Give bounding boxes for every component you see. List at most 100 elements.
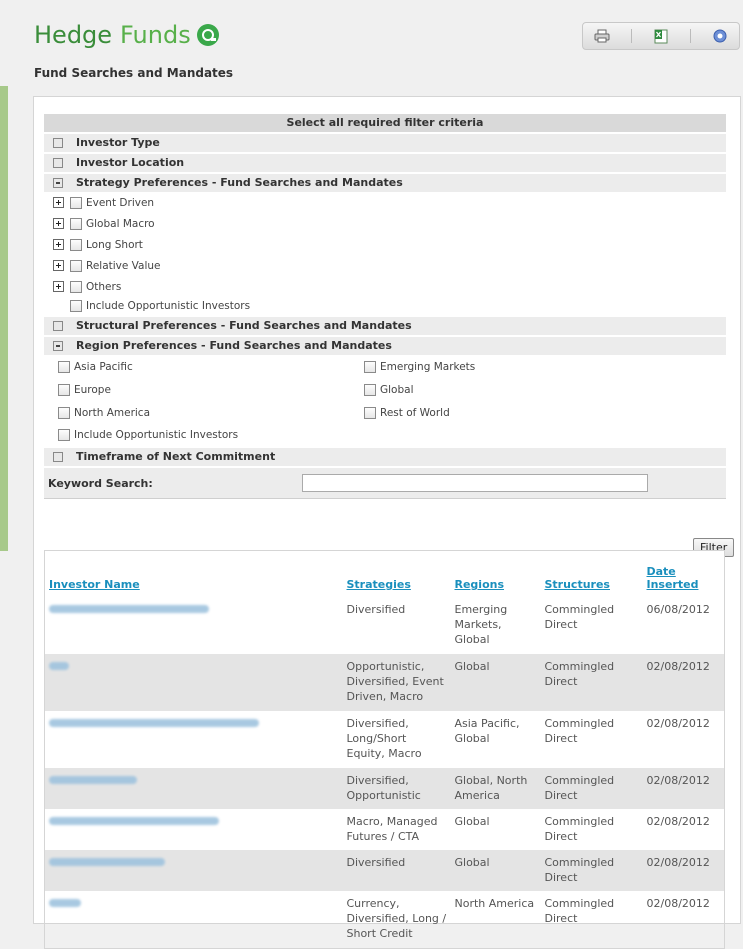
collapse-toggle-icon[interactable] <box>53 321 63 331</box>
toolbar-separator <box>631 29 632 43</box>
strategy-label: Global Macro <box>86 217 155 230</box>
results-header-row: Investor Name Strategies Regions Structu… <box>44 550 725 597</box>
regions-cell: Emerging Markets, Global <box>454 603 508 646</box>
checkbox[interactable] <box>70 238 82 251</box>
redacted-investor-name[interactable] <box>49 776 137 784</box>
checkbox[interactable] <box>70 259 82 272</box>
expand-plus-icon[interactable] <box>53 218 64 229</box>
column-header[interactable]: Strategies <box>342 550 451 597</box>
section-region-preferences[interactable]: Region Preferences - Fund Searches and M… <box>44 337 726 355</box>
page-subtitle: Fund Searches and Mandates <box>34 66 234 80</box>
date-cell: 02/08/2012 <box>642 768 725 809</box>
results-table: Investor Name Strategies Regions Structu… <box>44 550 725 949</box>
date-cell: 06/08/2012 <box>646 603 710 616</box>
strategies-cell: Diversified, Opportunistic <box>342 768 451 809</box>
excel-icon[interactable] <box>652 28 670 44</box>
section-strategy-preferences[interactable]: Strategy Preferences - Fund Searches and… <box>44 174 726 192</box>
investor-name-cell[interactable] <box>45 711 343 768</box>
table-row: Diversified Emerging Markets, Global Com… <box>45 597 725 654</box>
checkbox[interactable] <box>70 280 82 293</box>
date-cell: 02/08/2012 <box>642 654 725 711</box>
column-header[interactable]: Investor Name <box>44 550 343 597</box>
column-header[interactable]: Date Inserted <box>642 550 725 597</box>
table-row: Currency, Diversified, Long / Short Cred… <box>45 891 725 948</box>
redacted-investor-name[interactable] <box>49 817 219 825</box>
sort-regions-link[interactable]: Regions <box>455 578 505 591</box>
strategy-global-macro: Global Macro <box>44 213 726 234</box>
checkbox[interactable] <box>364 406 376 419</box>
collapse-toggle-icon[interactable] <box>53 178 63 188</box>
checkbox[interactable] <box>58 429 70 441</box>
region-label: Rest of World <box>380 406 450 419</box>
region-include-opportunistic: Include Opportunistic Investors <box>44 424 726 446</box>
include-opportunistic-label: Include Opportunistic Investors <box>86 300 251 312</box>
investor-name-cell[interactable] <box>45 891 343 948</box>
redacted-investor-name[interactable] <box>49 858 165 866</box>
section-investor-location[interactable]: Investor Location <box>44 154 726 172</box>
redacted-investor-name[interactable] <box>49 662 69 670</box>
strategy-include-opportunistic: Include Opportunistic Investors <box>44 297 726 315</box>
investor-name-cell[interactable] <box>45 597 343 654</box>
section-investor-type[interactable]: Investor Type <box>44 134 726 152</box>
structures-cell: Commingled Direct <box>540 654 643 711</box>
redacted-investor-name[interactable] <box>49 899 81 907</box>
keyword-search-input[interactable] <box>302 474 648 492</box>
strategies-cell: Macro, Managed Futures / CTA <box>346 815 438 843</box>
filter-heading: Select all required filter criteria <box>44 114 726 132</box>
region-options: Asia Pacific Emerging Markets Europe Glo… <box>44 355 726 424</box>
strategy-label: Long Short <box>86 238 143 251</box>
collapse-toggle-icon[interactable] <box>53 138 63 148</box>
strategy-label: Relative Value <box>86 259 161 272</box>
expand-plus-icon[interactable] <box>53 197 64 208</box>
strategy-label: Others <box>86 280 122 293</box>
structures-cell: Commingled Direct <box>544 717 615 745</box>
table-row: Diversified Global Commingled Direct 02/… <box>44 850 725 891</box>
redacted-investor-name[interactable] <box>49 605 209 613</box>
sort-investor-name-link[interactable]: Investor Name <box>49 578 140 591</box>
collapse-toggle-icon[interactable] <box>53 158 63 168</box>
expand-plus-icon[interactable] <box>53 239 64 250</box>
section-label: Investor Location <box>76 156 185 169</box>
help-icon[interactable] <box>711 28 729 44</box>
column-header[interactable]: Regions <box>450 550 541 597</box>
checkbox[interactable] <box>70 300 82 312</box>
regions-cell: Global <box>454 815 490 828</box>
expand-plus-icon[interactable] <box>53 281 64 292</box>
investor-name-cell[interactable] <box>44 850 343 891</box>
checkbox[interactable] <box>58 406 70 419</box>
sort-structures-link[interactable]: Structures <box>545 578 610 591</box>
checkbox[interactable] <box>58 383 70 396</box>
printer-icon[interactable] <box>593 28 611 44</box>
checkbox[interactable] <box>58 360 70 373</box>
section-structural-preferences[interactable]: Structural Preferences - Fund Searches a… <box>44 317 726 335</box>
collapse-toggle-icon[interactable] <box>53 341 63 351</box>
checkbox[interactable] <box>70 217 82 230</box>
redacted-investor-name[interactable] <box>49 719 259 727</box>
structures-cell: Commingled Direct <box>540 768 643 809</box>
logo-mark-icon <box>196 24 219 46</box>
strategies-cell: Diversified <box>342 850 451 891</box>
structures-cell: Commingled Direct <box>544 603 615 631</box>
structures-cell: Commingled Direct <box>544 897 615 925</box>
checkbox[interactable] <box>364 383 376 396</box>
region-emerging-markets: Emerging Markets <box>364 355 670 378</box>
investor-name-cell[interactable] <box>44 654 343 711</box>
sort-strategies-link[interactable]: Strategies <box>347 578 411 591</box>
investor-name-cell[interactable] <box>45 809 343 850</box>
checkbox[interactable] <box>364 360 376 373</box>
strategy-event-driven: Event Driven <box>44 192 726 213</box>
keyword-search-label: Keyword Search: <box>48 476 153 490</box>
regions-cell: North America <box>454 897 535 910</box>
table-row: Opportunistic, Diversified, Event Driven… <box>44 654 725 711</box>
column-header[interactable]: Structures <box>540 550 643 597</box>
include-opportunistic-label: Include Opportunistic Investors <box>74 429 239 441</box>
strategy-others: Others <box>44 276 726 297</box>
collapse-toggle-icon[interactable] <box>53 452 63 462</box>
expand-plus-icon[interactable] <box>53 260 64 271</box>
section-timeframe[interactable]: Timeframe of Next Commitment <box>44 448 726 466</box>
checkbox[interactable] <box>70 196 82 209</box>
investor-name-cell[interactable] <box>44 768 343 809</box>
strategies-cell: Diversified <box>346 603 406 616</box>
table-row: Diversified, Opportunistic Global, North… <box>44 768 725 809</box>
sort-date-inserted-link[interactable]: Date Inserted <box>647 565 699 591</box>
